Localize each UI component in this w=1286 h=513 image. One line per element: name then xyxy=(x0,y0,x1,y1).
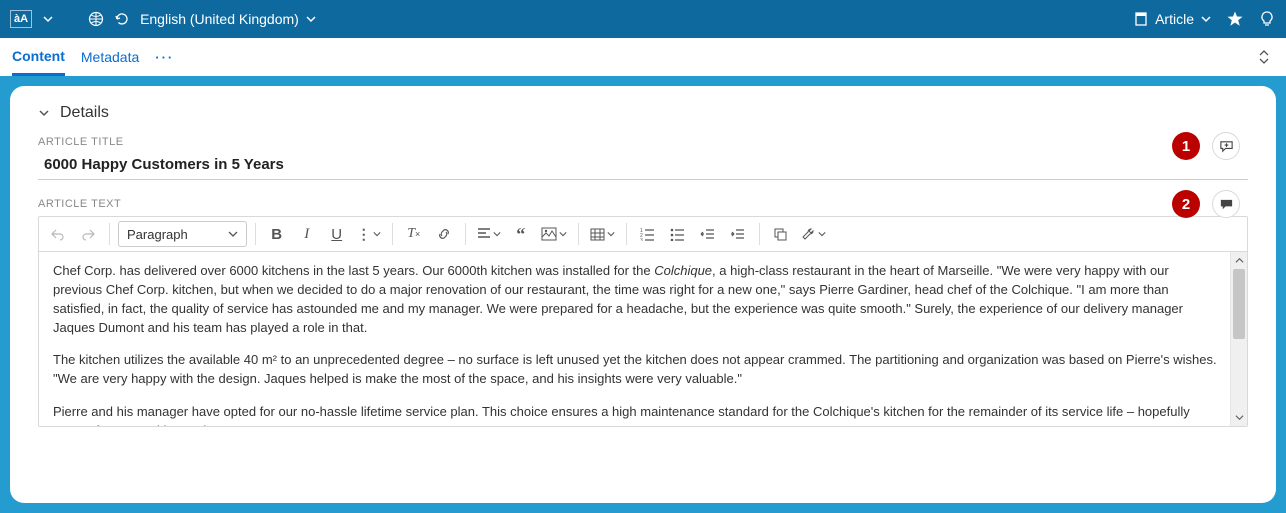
article-title-input[interactable] xyxy=(38,152,1248,180)
more-format-button[interactable]: ⋮ xyxy=(354,221,384,247)
article-text-label: ARTICLE TEXT xyxy=(38,198,1248,210)
copy-button[interactable] xyxy=(768,221,794,247)
link-button[interactable] xyxy=(431,221,457,247)
details-section-header[interactable]: Details xyxy=(38,104,1248,122)
insert-image-button[interactable] xyxy=(538,221,570,247)
content-outer: Details 1 ARTICLE TITLE 2 ARTICLE TEXT xyxy=(0,76,1286,513)
tab-more[interactable]: ··· xyxy=(155,50,174,65)
language-selector[interactable]: English (United Kingdom) xyxy=(140,11,317,27)
details-heading: Details xyxy=(60,104,109,122)
bullet-list-button[interactable] xyxy=(665,221,691,247)
bold-button[interactable]: B xyxy=(264,221,290,247)
text-italic: Colchique xyxy=(654,263,712,278)
clear-format-button[interactable]: T× xyxy=(401,221,427,247)
globe-icon[interactable] xyxy=(88,11,104,27)
article-type-selector[interactable]: Article xyxy=(1133,11,1212,27)
tab-bar: Content Metadata ··· xyxy=(0,38,1286,76)
scroll-up-arrow[interactable] xyxy=(1231,252,1247,269)
italic-button[interactable]: I xyxy=(294,221,320,247)
chevron-down-icon[interactable] xyxy=(42,13,54,25)
document-icon xyxy=(1133,11,1149,27)
star-icon[interactable] xyxy=(1226,10,1244,28)
text: The kitchen utilizes the available 40 m²… xyxy=(53,351,1221,389)
table-button[interactable] xyxy=(587,221,618,247)
underline-button[interactable]: U xyxy=(324,221,350,247)
numbered-list-button[interactable]: 123 xyxy=(635,221,661,247)
scroll-thumb[interactable] xyxy=(1233,269,1245,339)
blockquote-button[interactable]: “ xyxy=(508,221,534,247)
lightbulb-icon[interactable] xyxy=(1258,10,1276,28)
align-button[interactable] xyxy=(474,221,504,247)
article-text-field: 2 ARTICLE TEXT xyxy=(38,198,1248,210)
scroll-down-arrow[interactable] xyxy=(1231,409,1247,426)
text-case-icon[interactable]: àA xyxy=(10,10,32,28)
annotation-badge-2: 2 xyxy=(1172,190,1200,218)
chevron-down-icon xyxy=(38,107,50,119)
editor-toolbar: Paragraph B I U ⋮ T× “ 123 xyxy=(39,217,1247,252)
content-panel: Details 1 ARTICLE TITLE 2 ARTICLE TEXT xyxy=(10,86,1276,503)
comment-button[interactable] xyxy=(1212,190,1240,218)
annotation-badge-1: 1 xyxy=(1172,132,1200,160)
editor-content[interactable]: Chef Corp. has delivered over 6000 kitch… xyxy=(39,252,1247,426)
outdent-button[interactable] xyxy=(695,221,721,247)
tab-content[interactable]: Content xyxy=(12,38,65,76)
indent-button[interactable] xyxy=(725,221,751,247)
paragraph-style-select[interactable]: Paragraph xyxy=(118,221,247,247)
add-comment-button[interactable] xyxy=(1212,132,1240,160)
text: Chef Corp. has delivered over 6000 kitch… xyxy=(53,263,654,278)
redo-button[interactable] xyxy=(75,221,101,247)
rich-text-editor: Paragraph B I U ⋮ T× “ 123 xyxy=(38,216,1248,427)
tab-metadata[interactable]: Metadata xyxy=(81,38,139,76)
article-title-field: 1 ARTICLE TITLE xyxy=(38,136,1248,180)
text: Pierre and his manager have opted for ou… xyxy=(53,403,1221,426)
editor-body: Chef Corp. has delivered over 6000 kitch… xyxy=(39,252,1247,426)
article-title-label: ARTICLE TITLE xyxy=(38,136,1248,148)
refresh-icon[interactable] xyxy=(114,11,130,27)
scroll-track[interactable] xyxy=(1231,269,1247,409)
svg-text:3: 3 xyxy=(640,238,643,241)
expand-collapse-toggle[interactable] xyxy=(1254,47,1274,67)
paragraph-style-label: Paragraph xyxy=(127,227,188,242)
article-type-label: Article xyxy=(1155,11,1194,27)
vertical-scrollbar[interactable] xyxy=(1230,252,1247,426)
language-label: English (United Kingdom) xyxy=(140,11,299,27)
undo-button[interactable] xyxy=(45,221,71,247)
top-toolbar: àA English (United Kingdom) Article xyxy=(0,0,1286,38)
tools-button[interactable] xyxy=(798,221,829,247)
